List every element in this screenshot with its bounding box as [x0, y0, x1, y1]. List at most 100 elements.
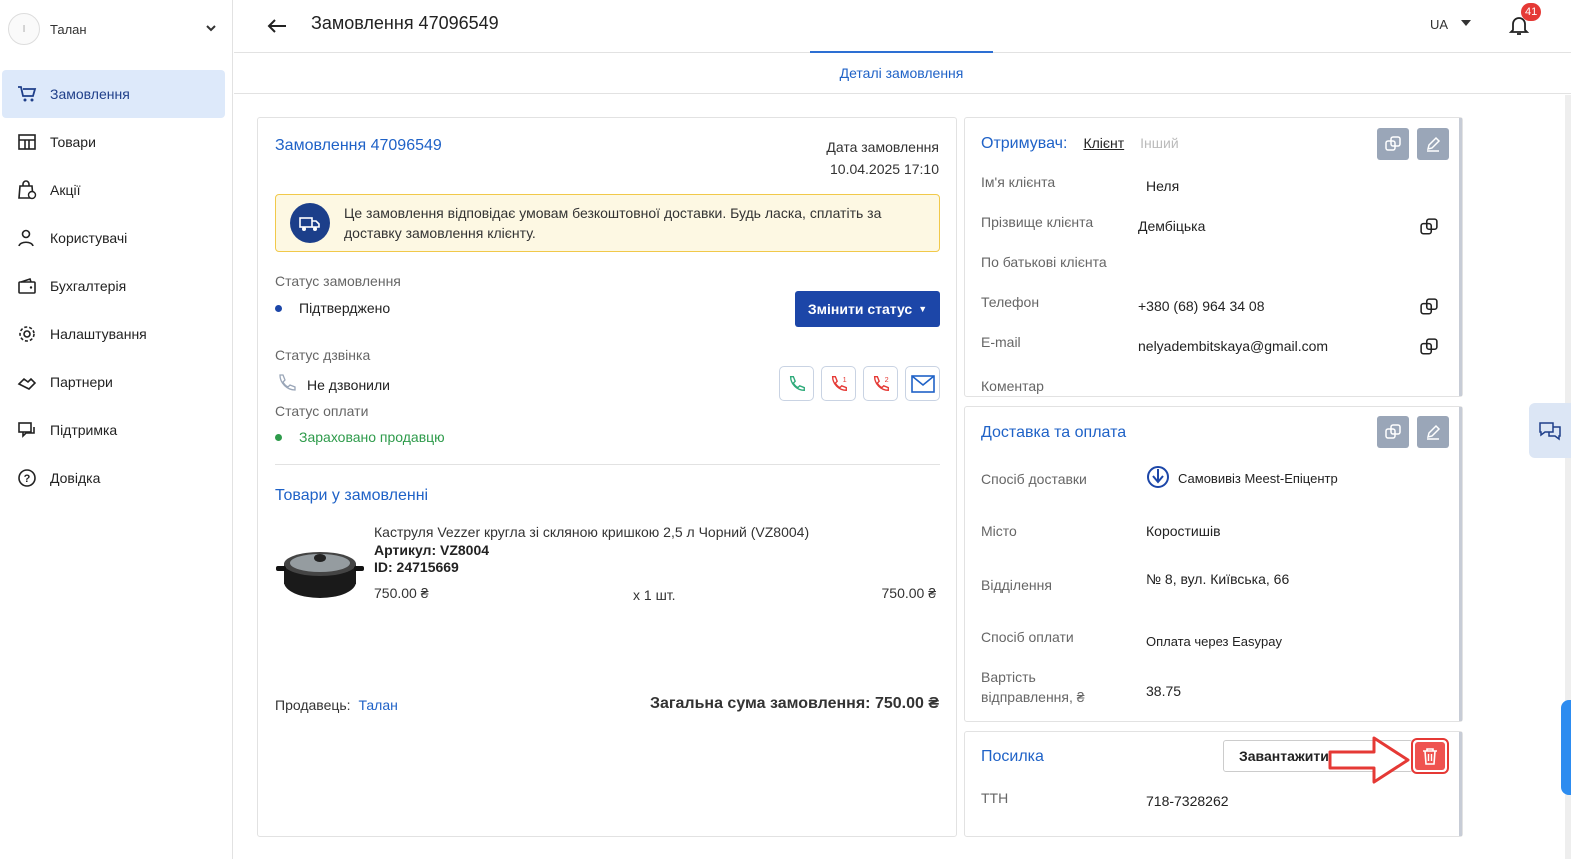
language-select[interactable]: UA: [1430, 17, 1448, 32]
side-widget-edge[interactable]: [1561, 700, 1571, 795]
payment-status-value: Зараховано продавцю: [299, 429, 445, 445]
product-price: 750.00 ₴: [374, 585, 429, 601]
order-status-value: Підтверджено: [299, 300, 391, 316]
sidebar-item-label: Довідка: [50, 470, 101, 486]
call-status-value: Не дзвонили: [307, 376, 390, 393]
sidebar-item-promos[interactable]: Акції: [2, 166, 225, 214]
gear-icon: [16, 323, 38, 345]
support-chat-icon: [16, 419, 38, 441]
copy-icon[interactable]: [1420, 338, 1438, 356]
shipping-cost-label: Вартість відправлення, ₴: [981, 669, 1085, 705]
card-scrollbar[interactable]: [1459, 407, 1462, 721]
chat-bubbles-icon: [1539, 421, 1561, 440]
email-value: nelyadembitskaya@gmail.com: [1138, 338, 1329, 354]
account-switcher[interactable]: І Талан: [8, 12, 218, 46]
product-quantity: x 1 шт.: [633, 587, 676, 603]
edit-delivery-button[interactable]: [1417, 416, 1449, 448]
phone-icon: [275, 372, 297, 397]
avatar: І: [8, 13, 40, 45]
card-scrollbar[interactable]: [1459, 732, 1462, 836]
chevron-down-icon[interactable]: [1461, 20, 1471, 26]
last-name-value: Дембіцька: [1138, 218, 1206, 234]
send-email-button[interactable]: [905, 366, 940, 401]
sidebar-item-help[interactable]: ? Довідка: [2, 454, 225, 502]
shipping-cost-value: 38.75: [1146, 683, 1182, 699]
product-name[interactable]: Каструля Vezzer кругла зі скляною кришко…: [374, 524, 809, 540]
tab-client[interactable]: Клієнт: [1083, 135, 1124, 151]
sidebar-item-accounting[interactable]: Бухгалтерія: [2, 262, 225, 310]
change-status-button[interactable]: Змінити статус ▼: [795, 291, 940, 327]
ttn-value: 718-7328262: [1146, 793, 1229, 809]
sidebar-item-users[interactable]: Користувачі: [2, 214, 225, 262]
delivery-title: Доставка та оплата: [981, 424, 1127, 441]
caret-down-icon: ▼: [918, 304, 928, 314]
back-arrow-icon[interactable]: [264, 13, 290, 39]
tab-other[interactable]: Інший: [1140, 135, 1179, 151]
cart-icon: [16, 83, 38, 105]
top-header: Замовлення 47096549 UA 41: [234, 0, 1571, 53]
promo-bag-icon: [16, 179, 38, 201]
phone-missed-icon: 1: [831, 375, 847, 391]
copy-icon[interactable]: [1420, 218, 1438, 236]
phone-label: Телефон: [981, 294, 1040, 310]
delete-button[interactable]: [1411, 738, 1449, 774]
comment-label: Коментар: [981, 378, 1044, 394]
delivery-card: Доставка та оплата Спосіб доставки Самов…: [964, 406, 1463, 722]
order-card: Замовлення 47096549 Дата замовлення 10.0…: [257, 117, 957, 837]
product-total: 750.00 ₴: [881, 585, 937, 601]
call-status-label: Статус дзвінка: [275, 347, 371, 363]
parcel-title: Посилка: [981, 748, 1044, 765]
sidebar-item-settings[interactable]: Налаштування: [2, 310, 225, 358]
copy-all-button[interactable]: [1377, 128, 1409, 160]
edit-recipient-button[interactable]: [1417, 128, 1449, 160]
order-title[interactable]: Замовлення 47096549: [275, 137, 442, 155]
product-image[interactable]: [276, 536, 364, 604]
payment-method-value: Оплата через Easypay: [1146, 634, 1282, 649]
sidebar-nav: Замовлення Товари Акції Користувачі Бухг…: [2, 70, 225, 502]
seller-label: Продавець:: [275, 697, 351, 713]
copy-all-button[interactable]: [1377, 416, 1409, 448]
patronymic-label: По батькові клієнта: [981, 254, 1107, 270]
recipient-header: Отримувач: Клієнт Інший: [981, 135, 1179, 153]
call-missed-1-button[interactable]: 1: [821, 366, 856, 401]
payment-method-label: Спосіб оплати: [981, 629, 1074, 645]
store-icon: [16, 131, 38, 153]
sidebar-item-label: Акції: [50, 182, 81, 198]
sidebar-item-orders[interactable]: Замовлення: [2, 70, 225, 118]
city-label: Місто: [981, 523, 1017, 539]
card-scrollbar[interactable]: [1459, 118, 1462, 396]
order-date: Дата замовлення 10.04.2025 17:10: [826, 136, 939, 180]
order-date-label: Дата замовлення: [826, 139, 939, 155]
parcel-card: Посилка Завантажити накладну ТТН 718-732…: [964, 731, 1463, 837]
tab-order-details[interactable]: Деталі замовлення: [810, 51, 993, 92]
help-icon: ?: [16, 467, 38, 489]
copy-icon[interactable]: [1420, 298, 1438, 316]
notification-badge: 41: [1521, 3, 1542, 21]
sidebar-item-support[interactable]: Підтримка: [2, 406, 225, 454]
call-status: Не дзвонили: [275, 372, 390, 397]
svg-text:1: 1: [842, 375, 846, 384]
sidebar-item-partners[interactable]: Партнери: [2, 358, 225, 406]
email-label: E-mail: [981, 334, 1021, 350]
seller-link[interactable]: Талан: [358, 697, 397, 713]
pencil-icon: [1426, 424, 1441, 440]
call-missed-2-button[interactable]: 2: [863, 366, 898, 401]
branch-label: Відділення: [981, 577, 1052, 593]
copy-icon: [1385, 424, 1401, 439]
items-title: Товари у замовленні: [275, 487, 429, 504]
sidebar-item-products[interactable]: Товари: [2, 118, 225, 166]
first-name-value: Неля: [1146, 178, 1180, 194]
chat-button[interactable]: [1529, 403, 1571, 458]
svg-text:2: 2: [884, 375, 888, 384]
status-dot: [275, 304, 282, 312]
pencil-icon: [1426, 136, 1441, 152]
call-success-button[interactable]: [779, 366, 814, 401]
divider: [275, 464, 940, 465]
handshake-icon: [16, 371, 38, 393]
branch-value: № 8, вул. Київська, 66: [1146, 571, 1290, 587]
sidebar: І Талан Замовлення Товари Акції Користув…: [0, 0, 233, 859]
meest-logo-icon: [1146, 465, 1170, 492]
recipient-card: Отримувач: Клієнт Інший Ім'я клієнта Нел…: [964, 117, 1463, 397]
sidebar-item-label: Користувачі: [50, 230, 128, 246]
sidebar-item-label: Бухгалтерія: [50, 278, 127, 294]
